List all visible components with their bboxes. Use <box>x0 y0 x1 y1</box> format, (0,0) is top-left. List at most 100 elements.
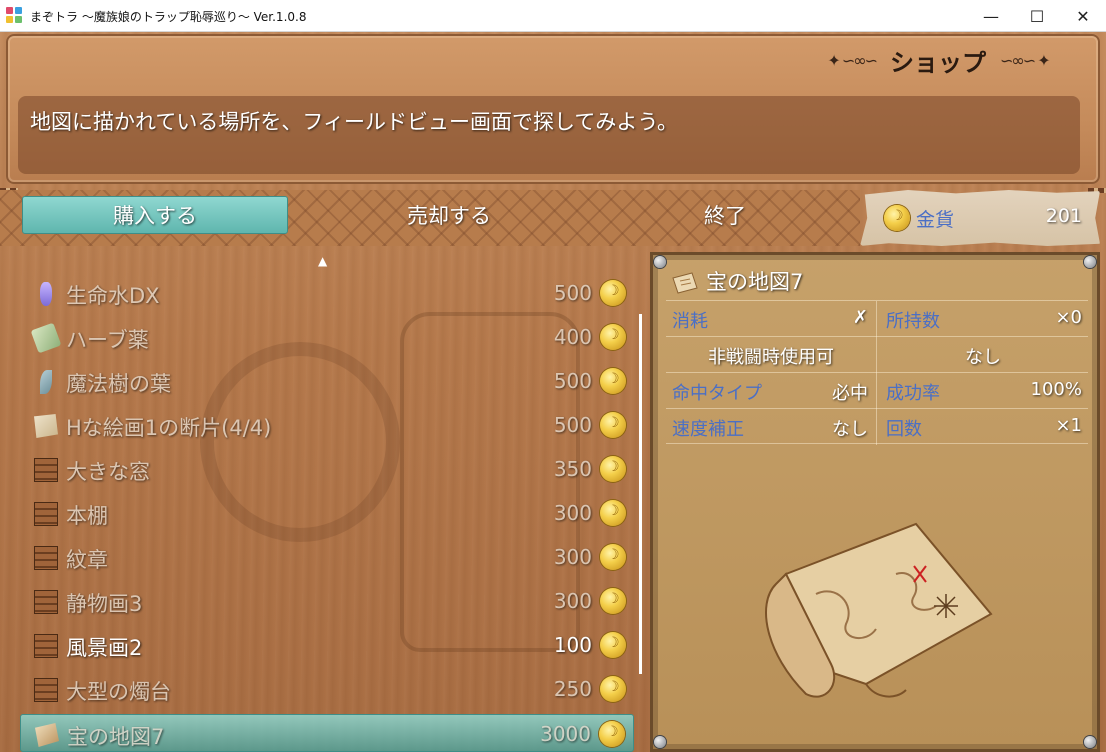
stat-divider <box>876 409 877 445</box>
treasure-map-illustration <box>765 522 993 698</box>
owned-count-value: ×0 <box>1055 307 1082 328</box>
stat-row-usage: 非戦闘時使用可 なし <box>666 336 1088 373</box>
gold-coin-icon <box>600 456 626 482</box>
rivet-icon <box>1084 256 1096 268</box>
gold-coin-icon <box>600 632 626 658</box>
rivet-icon <box>654 736 666 748</box>
furniture-icon <box>34 590 58 614</box>
gold-coin-icon <box>600 500 626 526</box>
paper-fragment-icon <box>34 414 58 438</box>
item-price: 250 <box>553 677 592 701</box>
gold-label: 金貨 <box>916 209 955 231</box>
item-row[interactable]: 生命水DX 500 <box>20 274 634 312</box>
hit-type-label: 命中タイプ <box>672 383 762 404</box>
speed-modifier-value: なし <box>832 419 868 440</box>
gold-window: 金貨 201 <box>860 190 1100 246</box>
usage-effect: なし <box>965 347 1001 368</box>
repeat-count-value: ×1 <box>1055 415 1082 436</box>
shop-title-banner: ✦ ∽∞∽ ショップ ∽∞∽ ✦ <box>778 44 1098 77</box>
window-title: まぞトラ ～魔族娘のトラップ恥辱巡り～ Ver.1.0.8 <box>30 10 307 24</box>
herb-icon <box>30 322 62 354</box>
gold-amount: 201 <box>1045 205 1082 227</box>
item-name: 宝の地図7 <box>67 725 165 749</box>
rivet-icon <box>654 256 666 268</box>
maximize-button[interactable]: ☐ <box>1014 0 1060 32</box>
close-button[interactable]: ✕ <box>1060 0 1106 32</box>
gold-coin-icon <box>600 676 626 702</box>
item-name: 本棚 <box>66 504 108 528</box>
item-name: ハーブ薬 <box>66 328 149 352</box>
item-price: 500 <box>553 369 592 393</box>
item-stat-grid: 消耗 ✗ 所持数 ×0 非戦闘時使用可 なし 命中タイプ 必中 成功率 100%… <box>666 300 1088 445</box>
gold-coin-icon <box>599 721 625 747</box>
repeat-count-label: 回数 <box>886 419 922 440</box>
item-row[interactable]: 本棚 300 <box>20 494 634 532</box>
exit-command[interactable]: 終了 <box>592 196 858 234</box>
item-name: 紋章 <box>66 548 108 572</box>
item-row[interactable]: ハーブ薬 400 <box>20 318 634 356</box>
stat-divider <box>876 337 877 373</box>
stat-row-hit: 命中タイプ 必中 成功率 100% <box>666 372 1088 409</box>
ornament-left-icon: ✦ ∽∞∽ <box>827 50 878 70</box>
buy-command[interactable]: 購入する <box>22 196 288 234</box>
gold-coin-icon <box>600 280 626 306</box>
item-price: 500 <box>553 413 592 437</box>
speed-modifier-label: 速度補正 <box>672 419 744 440</box>
app-icon <box>6 7 24 25</box>
shop-title: ショップ <box>890 48 986 77</box>
item-row[interactable]: 静物画3 300 <box>20 582 634 620</box>
potion-bottle-icon <box>40 282 52 306</box>
item-price: 300 <box>553 589 592 613</box>
furniture-icon <box>34 678 58 702</box>
furniture-icon <box>34 546 58 570</box>
consumable-label: 消耗 <box>672 311 708 332</box>
help-text: 地図に描かれている場所を、フィールドビュー画面で探してみよう。 <box>30 110 679 134</box>
game-canvas: ✦ ∽∞∽ ショップ ∽∞∽ ✦ 地図に描かれている場所を、フィールドビュー画面… <box>0 32 1106 752</box>
item-row[interactable]: 紋章 300 <box>20 538 634 576</box>
item-name: 大きな窓 <box>66 460 150 484</box>
item-row[interactable]: 魔法樹の葉 500 <box>20 362 634 400</box>
item-price: 300 <box>553 545 592 569</box>
item-row[interactable]: Hな絵画1の断片(4/4) 500 <box>20 406 634 444</box>
item-row[interactable]: 大きな窓 350 <box>20 450 634 488</box>
gold-coin-icon <box>600 324 626 350</box>
command-window: 購入する 売却する 終了 <box>0 190 860 246</box>
item-price: 350 <box>553 457 592 481</box>
item-detail-window: 宝の地図7 消耗 ✗ 所持数 ×0 非戦闘時使用可 なし 命中タイプ 必中 成功… <box>650 252 1100 752</box>
gold-coin-icon <box>884 205 910 231</box>
sell-command[interactable]: 売却する <box>316 196 582 234</box>
item-row[interactable]: 宝の地図7 3000 <box>20 714 634 752</box>
minimize-button[interactable]: — <box>968 0 1014 32</box>
treasure-map-icon <box>672 272 698 294</box>
consumable-value: ✗ <box>852 307 868 328</box>
item-name: 魔法樹の葉 <box>66 372 171 396</box>
item-row[interactable]: 大型の燭台 250 <box>20 670 634 708</box>
success-rate-value: 100% <box>1030 379 1082 400</box>
success-rate-label: 成功率 <box>886 383 940 404</box>
furniture-icon <box>34 502 58 526</box>
list-scrollbar[interactable] <box>639 314 642 674</box>
stat-row-speed: 速度補正 なし 回数 ×1 <box>666 408 1088 445</box>
map-icon <box>35 723 59 747</box>
window-titlebar: まぞトラ ～魔族娘のトラップ恥辱巡り～ Ver.1.0.8 — ☐ ✕ <box>0 0 1106 32</box>
stat-divider <box>876 373 877 409</box>
item-price: 400 <box>553 325 592 349</box>
furniture-icon <box>34 634 58 658</box>
item-row[interactable]: 風景画2 100 <box>20 626 634 664</box>
help-window: 地図に描かれている場所を、フィールドビュー画面で探してみよう。 <box>18 96 1080 174</box>
hit-type-value: 必中 <box>832 383 868 404</box>
gold-coin-icon <box>600 412 626 438</box>
usage-occasion: 非戦闘時使用可 <box>708 347 834 368</box>
ornament-right-icon: ∽∞∽ ✦ <box>1000 50 1051 70</box>
item-price: 300 <box>553 501 592 525</box>
detail-item-name: 宝の地図7 <box>706 270 804 294</box>
shop-header-panel: ✦ ∽∞∽ ショップ ∽∞∽ ✦ 地図に描かれている場所を、フィールドビュー画面… <box>6 34 1100 184</box>
furniture-icon <box>34 458 58 482</box>
item-price: 100 <box>553 633 592 657</box>
item-name: 静物画3 <box>66 592 143 616</box>
owned-count-label: 所持数 <box>886 311 940 332</box>
rivet-icon <box>1084 736 1096 748</box>
gold-coin-icon <box>600 368 626 394</box>
item-price: 500 <box>553 281 592 305</box>
scroll-up-arrow-icon[interactable]: ▲ <box>318 254 327 268</box>
